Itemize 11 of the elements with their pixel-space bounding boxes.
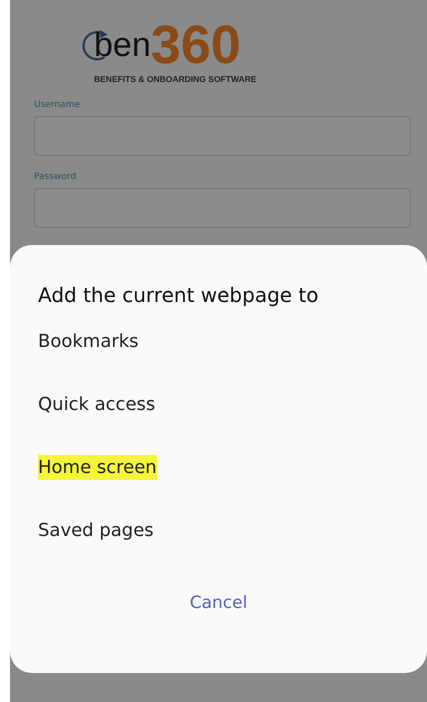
logo-tagline: BENEFITS & ONBOARDING SOFTWARE [94, 74, 256, 84]
sheet-title: Add the current webpage to [38, 283, 320, 307]
menu-option[interactable]: Bookmarks [38, 329, 139, 354]
field-label: Password [34, 172, 78, 182]
field-label: Username [34, 100, 81, 110]
cancel-button[interactable]: Cancel [180, 589, 258, 617]
menu-option[interactable]: Home screen [38, 455, 157, 480]
logo-text: ben [94, 28, 151, 62]
logo-number: 360 [150, 18, 241, 72]
menu-option[interactable]: Quick access [38, 392, 156, 417]
menu-option[interactable]: Saved pages [38, 518, 154, 543]
